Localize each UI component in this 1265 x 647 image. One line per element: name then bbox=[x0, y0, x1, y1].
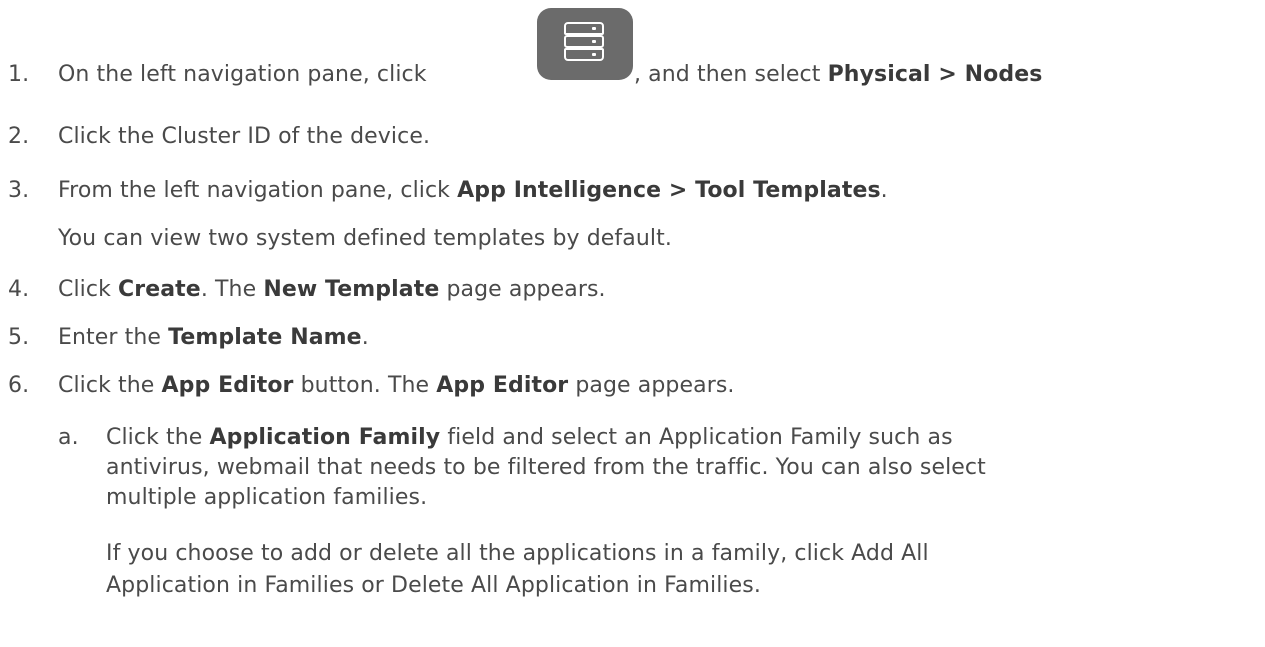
ui-term: App Editor bbox=[436, 373, 569, 398]
step-text: Click the App Editor button. The App Edi… bbox=[58, 373, 735, 398]
menu-path: App Intelligence > Tool Templates bbox=[457, 178, 881, 203]
ui-term: Create bbox=[118, 277, 201, 302]
step-number: 4. bbox=[8, 277, 30, 302]
step-note: You can view two system defined template… bbox=[58, 226, 672, 251]
server-stack-icon bbox=[537, 8, 633, 80]
step-text: On the left navigation pane, click bbox=[58, 62, 427, 87]
ui-term: New Template bbox=[263, 277, 440, 302]
substep-a-note-2: Application in Families or Delete All Ap… bbox=[0, 571, 1265, 601]
substep-text: multiple application families. bbox=[106, 485, 428, 510]
step-number: 2. bbox=[8, 124, 30, 149]
substep-note: Application in Families or Delete All Ap… bbox=[106, 573, 761, 598]
substep-a: a. Click the Application Family field an… bbox=[0, 423, 1265, 453]
step-text: Click the Cluster ID of the device. bbox=[58, 124, 431, 149]
substep-a-note-1: If you choose to add or delete all the a… bbox=[0, 539, 1265, 569]
substep-label: a. bbox=[58, 425, 79, 450]
step-number: 5. bbox=[8, 325, 30, 350]
ui-term: App Editor bbox=[161, 373, 294, 398]
step-3-note: You can view two system defined template… bbox=[0, 224, 1265, 254]
step-text: Click Create. The New Template page appe… bbox=[58, 277, 606, 302]
substep-note: If you choose to add or delete all the a… bbox=[106, 541, 929, 566]
step-1-continuation: , and then select Physical > Nodes bbox=[634, 62, 1043, 87]
step-number: 3. bbox=[8, 178, 30, 203]
substep-text: Click the Application Family field and s… bbox=[106, 425, 953, 450]
ui-term: Template Name bbox=[168, 325, 362, 350]
substep-a-line-3: multiple application families. bbox=[0, 483, 1265, 513]
instruction-document: 1. On the left navigation pane, click , … bbox=[0, 0, 1265, 647]
step-text: Enter the Template Name. bbox=[58, 325, 369, 350]
substep-text: antivirus, webmail that needs to be filt… bbox=[106, 455, 986, 480]
step-6: 6. Click the App Editor button. The App … bbox=[0, 371, 1265, 401]
step-3: 3. From the left navigation pane, click … bbox=[0, 176, 1265, 206]
substep-a-line-2: antivirus, webmail that needs to be filt… bbox=[0, 453, 1265, 483]
step-5: 5. Enter the Template Name. bbox=[0, 323, 1265, 353]
step-number: 1. bbox=[8, 62, 30, 87]
ui-term: Application Family bbox=[209, 425, 441, 450]
step-4: 4. Click Create. The New Template page a… bbox=[0, 275, 1265, 305]
step-number: 6. bbox=[8, 373, 30, 398]
menu-path: Physical > Nodes bbox=[827, 62, 1043, 87]
step-2: 2. Click the Cluster ID of the device. bbox=[0, 122, 1265, 152]
step-text: From the left navigation pane, click App… bbox=[58, 178, 888, 203]
